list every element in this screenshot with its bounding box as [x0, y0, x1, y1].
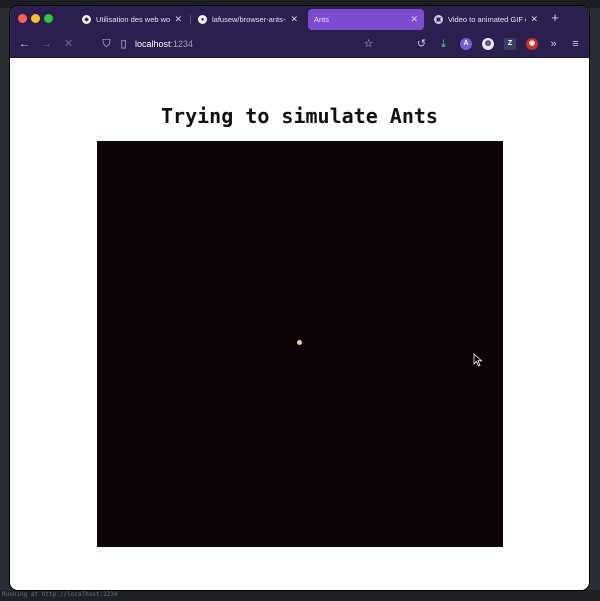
ant-colony-dot: [297, 340, 302, 345]
close-icon[interactable]: ✕: [530, 14, 538, 25]
close-icon[interactable]: ✕: [410, 14, 418, 25]
tab-label: lafusew/browser-ants-sir: [212, 15, 287, 24]
close-window-button[interactable]: [18, 14, 27, 23]
tab-label: Ants: [314, 15, 330, 24]
navigation-toolbar: ← → ✕ ⛉ ▯ localhost:1234 ☆ ↺ ⤓ A ◍ Z ◉ »…: [10, 32, 589, 58]
terminal-text: Running at http://localhost:1234: [2, 591, 118, 598]
tab-web-workers[interactable]: ◆ Utilisation des web worke ✕: [76, 9, 188, 30]
minimize-window-button[interactable]: [31, 14, 40, 23]
ant-simulation-canvas[interactable]: [97, 141, 503, 547]
download-icon[interactable]: ⤓: [437, 38, 450, 51]
close-icon[interactable]: ✕: [290, 14, 298, 25]
extension-a-icon[interactable]: A: [460, 38, 472, 50]
url-text[interactable]: localhost:1234: [135, 39, 193, 49]
close-icon[interactable]: ✕: [174, 14, 182, 25]
title-bar: ◆ Utilisation des web worke ✕ ● lafusew/…: [10, 6, 589, 32]
mouse-cursor-icon: [473, 353, 483, 367]
overflow-chevron-icon[interactable]: »: [547, 38, 560, 51]
page-icon: ▯: [120, 38, 127, 50]
url-bar[interactable]: ⛉ ▯ localhost:1234: [100, 36, 390, 53]
history-icon[interactable]: ↺: [415, 38, 428, 51]
maximize-window-button[interactable]: [44, 14, 53, 23]
page-content: Trying to simulate Ants: [10, 58, 589, 590]
menu-icon[interactable]: ≡: [569, 38, 582, 51]
url-port: :1234: [170, 39, 194, 49]
bookmark-star-icon[interactable]: ☆: [362, 38, 375, 51]
new-tab-button[interactable]: +: [548, 11, 562, 25]
page-title: Trying to simulate Ants: [161, 104, 438, 128]
back-arrow-icon[interactable]: ←: [18, 38, 31, 51]
tab-video-to-gif[interactable]: ▣ Video to animated GIF co ✕: [428, 9, 544, 30]
converter-icon: ▣: [434, 15, 443, 24]
tab-github-repo[interactable]: ● lafusew/browser-ants-sir ✕: [192, 9, 304, 30]
extension-z-icon[interactable]: Z: [504, 38, 516, 50]
extension-globe-icon[interactable]: ◍: [482, 38, 494, 50]
extension-ublock-icon[interactable]: ◉: [526, 38, 538, 50]
shield-icon[interactable]: ⛉: [100, 38, 113, 51]
tab-label: Utilisation des web worke: [96, 15, 171, 24]
terminal-strip: Running at http://localhost:1234: [0, 590, 600, 601]
mdn-icon: ◆: [82, 15, 91, 24]
browser-window: ◆ Utilisation des web worke ✕ ● lafusew/…: [10, 6, 589, 590]
stop-loading-icon[interactable]: ✕: [62, 38, 75, 51]
tab-label: Video to animated GIF co: [448, 15, 527, 24]
url-host: localhost: [135, 39, 171, 49]
forward-arrow-icon[interactable]: →: [40, 38, 53, 51]
github-icon: ●: [198, 15, 207, 24]
tab-divider: [190, 15, 191, 24]
tab-ants[interactable]: Ants ✕: [308, 9, 424, 30]
